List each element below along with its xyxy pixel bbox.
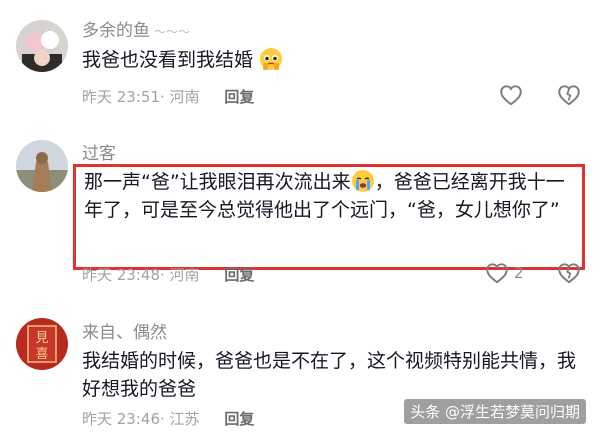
- avatar[interactable]: [16, 20, 68, 72]
- username-decoration: 〜〜〜: [154, 25, 191, 39]
- pleading-face-emoji: [260, 48, 283, 70]
- like-count: 2: [514, 264, 524, 282]
- username[interactable]: 多余的鱼 〜〜〜: [82, 16, 190, 41]
- timestamp: 昨天 23:46: [82, 410, 160, 428]
- heart-icon[interactable]: [484, 260, 510, 286]
- highlight-box: [73, 164, 585, 270]
- avatar[interactable]: [16, 140, 68, 192]
- heart-icon[interactable]: [498, 82, 524, 108]
- comment-meta: 昨天 23:48· 河南 回复: [82, 266, 255, 284]
- timestamp: 昨天 23:51: [82, 88, 160, 106]
- username[interactable]: 来自、偶然: [82, 318, 167, 343]
- reply-button[interactable]: 回复: [224, 88, 254, 106]
- watermark: 头条 @浮生若梦莫问归期: [404, 399, 586, 424]
- dislike-icon[interactable]: [556, 260, 582, 286]
- comment-meta: 昨天 23:51· 河南 回复: [82, 88, 255, 106]
- reply-button[interactable]: 回复: [224, 266, 254, 284]
- svg-text:喜: 喜: [35, 347, 48, 362]
- comment-text: 我爸也没看到我结婚: [82, 46, 592, 74]
- timestamp: 昨天 23:48: [82, 266, 160, 284]
- location: 江苏: [169, 410, 200, 428]
- comment-meta: 昨天 23:46· 江苏 回复: [82, 410, 255, 428]
- dislike-icon[interactable]: [556, 82, 582, 108]
- location: 河南: [169, 88, 200, 106]
- comment-text: 我结婚的时候，爸爸也是不在了，这个视频特别能共情，我好想我的爸爸: [82, 350, 577, 400]
- reply-button[interactable]: 回复: [224, 410, 254, 428]
- avatar[interactable]: 見 喜: [16, 318, 68, 370]
- svg-text:見: 見: [35, 331, 48, 346]
- username[interactable]: 过客: [82, 139, 116, 164]
- location: 河南: [169, 266, 200, 284]
